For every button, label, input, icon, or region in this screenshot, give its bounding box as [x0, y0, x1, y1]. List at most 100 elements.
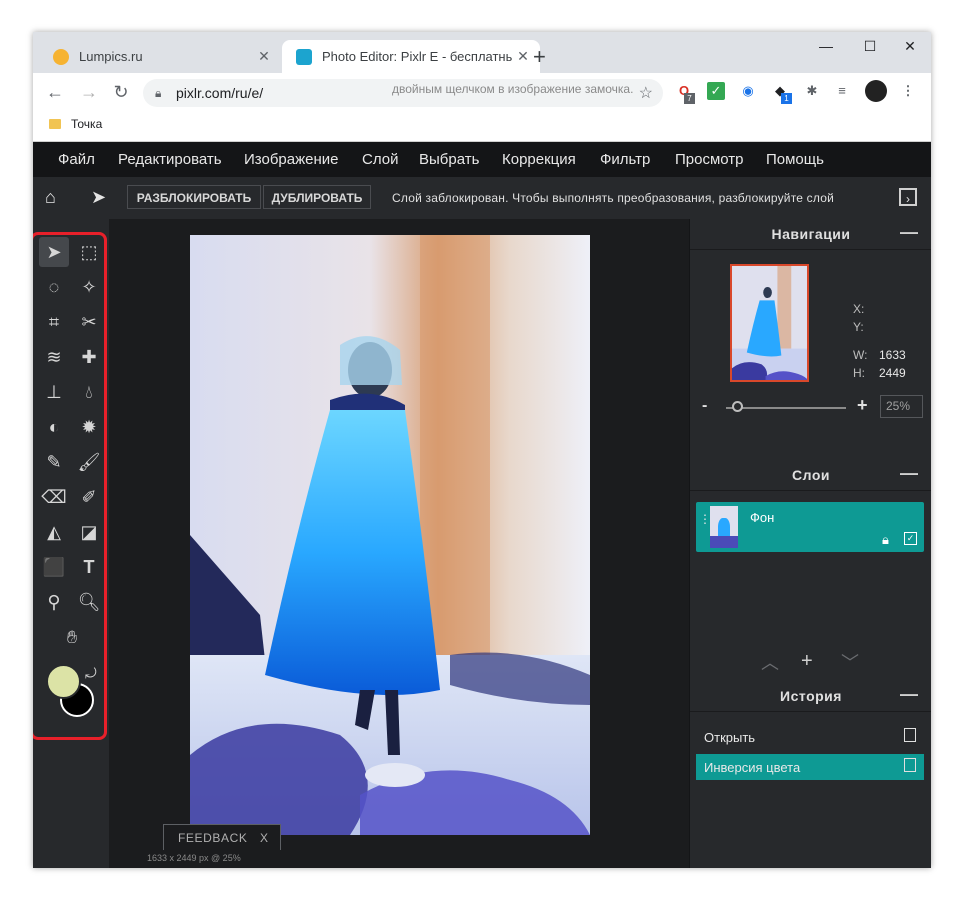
collapse-layers-icon[interactable]: —: [900, 463, 918, 484]
bookmark-item[interactable]: Точка: [71, 117, 102, 131]
clone-tool[interactable]: ⊥: [39, 377, 69, 407]
blur-tool[interactable]: 💧︎: [74, 377, 104, 407]
text-tool[interactable]: T: [74, 552, 104, 582]
menu-adjustment[interactable]: Коррекция: [502, 151, 576, 168]
history-header[interactable]: История —: [690, 681, 931, 712]
dodge-tool[interactable]: ◐: [39, 412, 69, 442]
maximize-icon[interactable]: ☐: [855, 38, 885, 55]
nav-h-value: 2449: [879, 366, 906, 380]
arrange-tool-icon[interactable]: ➤: [91, 187, 106, 208]
pixlr-favicon-icon: [296, 48, 312, 65]
back-icon[interactable]: ←: [43, 81, 67, 103]
nav-x-label: X:: [853, 302, 865, 316]
menu-dots-icon[interactable]: ⋮: [899, 82, 917, 100]
nav-y-label: Y:: [853, 320, 864, 334]
close-window-icon[interactable]: ✕: [895, 38, 925, 55]
brush-tool[interactable]: 🖌︎: [74, 447, 104, 477]
layers-header[interactable]: Слои —: [690, 460, 931, 491]
menu-help[interactable]: Помощь: [766, 151, 824, 168]
app-menubar: Файл Редактировать Изображение Слой Выбр…: [33, 142, 931, 177]
menu-filter[interactable]: Фильтр: [600, 151, 650, 168]
document-image[interactable]: [190, 235, 590, 835]
swap-colors-icon[interactable]: ⤾: [85, 665, 97, 682]
history-item[interactable]: Открыть: [696, 724, 924, 750]
close-tab-icon[interactable]: ✕: [512, 48, 534, 65]
shape-tool[interactable]: ⬛: [39, 552, 69, 582]
menu-layer[interactable]: Слой: [362, 151, 398, 168]
eraser-tool[interactable]: ⌫: [39, 482, 69, 512]
menu-file[interactable]: Файл: [58, 151, 95, 168]
navigator-header[interactable]: Навигации —: [690, 219, 931, 250]
url-text: pixlr.com/ru/e/: [176, 85, 264, 101]
new-tab-button[interactable]: +: [533, 46, 546, 68]
zoom-tool[interactable]: 🔍︎: [74, 587, 104, 617]
vpn-extension-icon[interactable]: ◉: [739, 82, 757, 100]
lock-icon: 🔒︎: [155, 86, 162, 100]
layer-name: Фон: [750, 510, 775, 525]
forward-icon[interactable]: →: [77, 81, 101, 103]
navigator-thumbnail[interactable]: [730, 264, 809, 382]
zoom-out-button[interactable]: -: [702, 397, 707, 415]
collapse-panel-icon[interactable]: ›: [899, 188, 917, 206]
visibility-checkbox[interactable]: ✓: [904, 532, 917, 545]
pencil-tool[interactable]: ✎: [39, 447, 69, 477]
menu-image[interactable]: Изображение: [244, 151, 339, 168]
marquee-tool[interactable]: ⬚: [74, 237, 104, 267]
zoom-slider-handle[interactable]: [732, 401, 743, 412]
reload-icon[interactable]: ↻: [109, 81, 133, 103]
thumbnail-image: [732, 266, 807, 380]
avatar[interactable]: [865, 80, 887, 102]
minimize-icon[interactable]: —: [811, 38, 841, 54]
bookmark-star-icon[interactable]: ☆: [639, 83, 653, 103]
bookmarks-bar: Точка: [33, 111, 931, 142]
image-size-status: 1633 x 2449 px @ 25%: [147, 853, 241, 863]
collapse-navigator-icon[interactable]: —: [900, 222, 918, 243]
zoom-input[interactable]: 25%: [880, 395, 923, 418]
tab-pixlr[interactable]: Photo Editor: Pixlr E - бесплатны ✕: [282, 40, 540, 73]
crop-tool[interactable]: ⌗: [39, 307, 69, 337]
lasso-tool[interactable]: ◌: [39, 272, 69, 302]
wand-tool[interactable]: ✧: [74, 272, 104, 302]
locked-layer-message-line2: двойным щелчком в изображение замочка.: [392, 82, 634, 96]
duplicate-button[interactable]: ДУБЛИРОВАТЬ: [263, 185, 371, 209]
lock-icon[interactable]: 🔒︎: [882, 532, 889, 548]
collapse-history-icon[interactable]: —: [900, 684, 918, 705]
unlock-button[interactable]: РАЗБЛОКИРОВАТЬ: [127, 185, 261, 209]
menu-edit[interactable]: Редактировать: [118, 151, 222, 168]
nav-w-value: 1633: [879, 348, 906, 362]
fill-tool[interactable]: ◭: [39, 517, 69, 547]
arrange-tool[interactable]: ➤: [39, 237, 69, 267]
home-icon[interactable]: ⌂: [45, 187, 56, 208]
puzzle-extensions-icon[interactable]: ✱: [803, 82, 821, 100]
add-layer-icon[interactable]: +: [801, 650, 813, 673]
zoom-controls: - + 25%: [690, 394, 931, 420]
zoom-in-button[interactable]: +: [857, 395, 868, 416]
feedback-close-icon[interactable]: X: [260, 831, 268, 845]
menu-select[interactable]: Выбрать: [419, 151, 479, 168]
history-title: История: [780, 688, 842, 704]
gradient-tool[interactable]: ◪: [74, 517, 104, 547]
history-item-selected[interactable]: Инверсия цвета: [696, 754, 924, 780]
check-extension-icon[interactable]: ✓: [707, 82, 725, 100]
liquify-tool[interactable]: ≋: [39, 342, 69, 372]
media-control-icon[interactable]: ≡: [833, 82, 851, 100]
zoom-slider-track[interactable]: [726, 407, 846, 409]
hand-tool[interactable]: ✋︎: [57, 622, 87, 652]
move-layer-up-icon[interactable]: ︿: [761, 649, 779, 675]
eyedropper-tool[interactable]: ⚲: [39, 587, 69, 617]
tab-lumpics[interactable]: Lumpics.ru ✕: [39, 40, 281, 73]
foreground-color-swatch[interactable]: [46, 664, 81, 699]
layer-item[interactable]: ⋮ Фон 🔒︎ ✓: [696, 502, 924, 552]
move-layer-down-icon[interactable]: ﹀: [841, 649, 859, 675]
menu-view[interactable]: Просмотр: [675, 151, 744, 168]
feedback-tab[interactable]: FEEDBACK X: [163, 824, 281, 851]
color-replace-tool[interactable]: ✐: [74, 482, 104, 512]
lumpics-favicon-icon: [53, 48, 69, 65]
navigator-title: Навигации: [771, 226, 851, 242]
cutout-tool[interactable]: ✂: [74, 307, 104, 337]
tool-options-bar: ⌂ ➤ РАЗБЛОКИРОВАТЬ ДУБЛИРОВАТЬ Слой забл…: [33, 177, 931, 219]
heal-tool[interactable]: ✚: [74, 342, 104, 372]
close-tab-icon[interactable]: ✕: [253, 48, 275, 65]
sponge-tool[interactable]: ✹: [74, 412, 104, 442]
layer-thumbnail: [710, 506, 738, 548]
